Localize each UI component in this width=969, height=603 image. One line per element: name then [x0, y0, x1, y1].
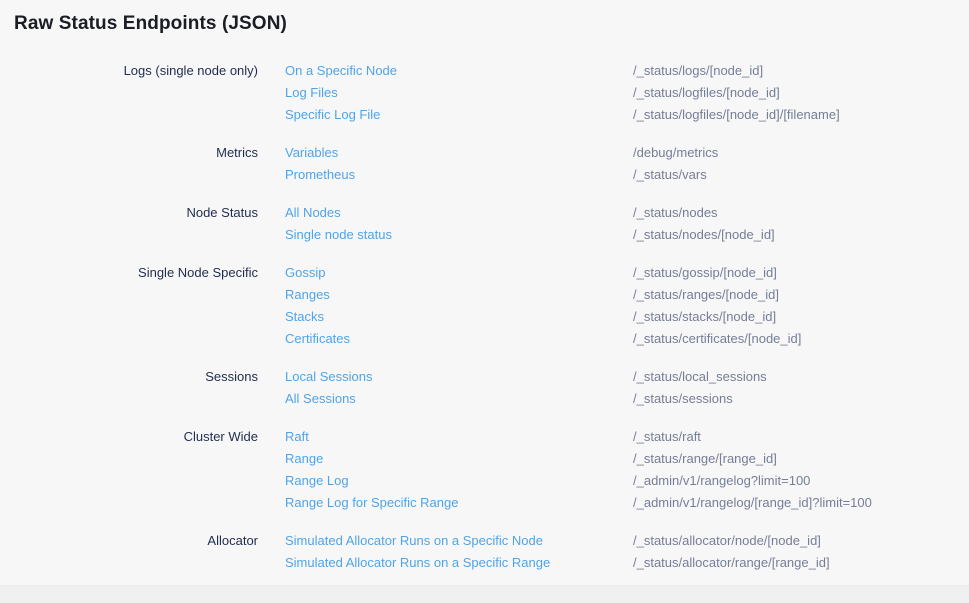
endpoint-path: /debug/metrics	[633, 142, 718, 164]
endpoint-link[interactable]: Log Files	[285, 82, 606, 104]
endpoint-path: /_status/allocator/node/[node_id]	[633, 530, 821, 552]
endpoint-path: /_status/raft	[633, 426, 701, 448]
section-rows: Variables /debug/metrics Prometheus /_st…	[285, 142, 718, 186]
endpoint-section: Sessions Local Sessions /_status/local_s…	[14, 366, 969, 410]
endpoint-link[interactable]: Range Log for Specific Range	[285, 492, 606, 514]
endpoint-link[interactable]: Local Sessions	[285, 366, 606, 388]
debug-endpoints-page: Raw Status Endpoints (JSON) Logs (single…	[0, 0, 969, 574]
endpoint-row: Local Sessions /_status/local_sessions	[285, 366, 767, 388]
section-rows: Gossip /_status/gossip/[node_id] Ranges …	[285, 262, 801, 350]
endpoint-row: Simulated Allocator Runs on a Specific N…	[285, 530, 830, 552]
section-category-label: Logs (single node only)	[14, 60, 258, 126]
endpoint-row: Variables /debug/metrics	[285, 142, 718, 164]
endpoint-path: /_admin/v1/rangelog?limit=100	[633, 470, 810, 492]
endpoint-row: Raft /_status/raft	[285, 426, 872, 448]
section-category-label: Metrics	[14, 142, 258, 186]
section-category-label: Single Node Specific	[14, 262, 258, 350]
endpoint-link[interactable]: Raft	[285, 426, 606, 448]
endpoint-path: /_status/local_sessions	[633, 366, 767, 388]
endpoint-row: Stacks /_status/stacks/[node_id]	[285, 306, 801, 328]
endpoint-row: Ranges /_status/ranges/[node_id]	[285, 284, 801, 306]
section-rows: On a Specific Node /_status/logs/[node_i…	[285, 60, 840, 126]
endpoint-path: /_status/range/[range_id]	[633, 448, 777, 470]
endpoint-path: /_status/allocator/range/[range_id]	[633, 552, 830, 574]
endpoint-row: Gossip /_status/gossip/[node_id]	[285, 262, 801, 284]
section-rows: Simulated Allocator Runs on a Specific N…	[285, 530, 830, 574]
endpoint-row: Simulated Allocator Runs on a Specific R…	[285, 552, 830, 574]
endpoint-link[interactable]: Certificates	[285, 328, 606, 350]
endpoint-link[interactable]: All Sessions	[285, 388, 606, 410]
endpoint-section: Allocator Simulated Allocator Runs on a …	[14, 530, 969, 574]
endpoint-row: Range Log /_admin/v1/rangelog?limit=100	[285, 470, 872, 492]
endpoint-path: /_status/vars	[633, 164, 707, 186]
endpoint-link[interactable]: Stacks	[285, 306, 606, 328]
endpoint-link[interactable]: Variables	[285, 142, 606, 164]
endpoint-link[interactable]: Range Log	[285, 470, 606, 492]
endpoint-link[interactable]: Ranges	[285, 284, 606, 306]
page-title: Raw Status Endpoints (JSON)	[14, 13, 969, 35]
section-rows: Raft /_status/raft Range /_status/range/…	[285, 426, 872, 514]
section-rows: Local Sessions /_status/local_sessions A…	[285, 366, 767, 410]
endpoint-row: Single node status /_status/nodes/[node_…	[285, 224, 775, 246]
endpoint-row: Range /_status/range/[range_id]	[285, 448, 872, 470]
endpoint-section: Metrics Variables /debug/metrics Prometh…	[14, 142, 969, 186]
endpoint-row: Range Log for Specific Range /_admin/v1/…	[285, 492, 872, 514]
endpoint-path: /_status/stacks/[node_id]	[633, 306, 776, 328]
endpoint-section: Cluster Wide Raft /_status/raft Range /_…	[14, 426, 969, 514]
endpoint-path: /_status/ranges/[node_id]	[633, 284, 779, 306]
endpoint-path: /_status/sessions	[633, 388, 733, 410]
endpoint-section: Node Status All Nodes /_status/nodes Sin…	[14, 202, 969, 246]
endpoint-link[interactable]: Simulated Allocator Runs on a Specific R…	[285, 552, 606, 574]
endpoint-row: Certificates /_status/certificates/[node…	[285, 328, 801, 350]
endpoint-link[interactable]: Prometheus	[285, 164, 606, 186]
endpoint-row: On a Specific Node /_status/logs/[node_i…	[285, 60, 840, 82]
endpoint-link[interactable]: Single node status	[285, 224, 606, 246]
endpoint-row: All Sessions /_status/sessions	[285, 388, 767, 410]
endpoint-path: /_admin/v1/rangelog/[range_id]?limit=100	[633, 492, 872, 514]
endpoint-row: Specific Log File /_status/logfiles/[nod…	[285, 104, 840, 126]
endpoint-link[interactable]: Specific Log File	[285, 104, 606, 126]
endpoint-link[interactable]: All Nodes	[285, 202, 606, 224]
endpoint-path: /_status/certificates/[node_id]	[633, 328, 801, 350]
endpoint-section: Single Node Specific Gossip /_status/gos…	[14, 262, 969, 350]
endpoint-link[interactable]: Range	[285, 448, 606, 470]
section-category-label: Node Status	[14, 202, 258, 246]
section-rows: All Nodes /_status/nodes Single node sta…	[285, 202, 775, 246]
endpoint-path: /_status/nodes	[633, 202, 718, 224]
section-category-label: Sessions	[14, 366, 258, 410]
endpoint-link[interactable]: On a Specific Node	[285, 60, 606, 82]
endpoint-row: Log Files /_status/logfiles/[node_id]	[285, 82, 840, 104]
endpoint-row: All Nodes /_status/nodes	[285, 202, 775, 224]
endpoints-table: Logs (single node only) On a Specific No…	[14, 60, 969, 574]
endpoint-path: /_status/nodes/[node_id]	[633, 224, 775, 246]
endpoint-section: Logs (single node only) On a Specific No…	[14, 60, 969, 126]
endpoint-path: /_status/logfiles/[node_id]/[filename]	[633, 104, 840, 126]
section-category-label: Allocator	[14, 530, 258, 574]
endpoint-link[interactable]: Gossip	[285, 262, 606, 284]
endpoint-path: /_status/logs/[node_id]	[633, 60, 763, 82]
footer-strip	[0, 585, 969, 603]
section-category-label: Cluster Wide	[14, 426, 258, 514]
endpoint-link[interactable]: Simulated Allocator Runs on a Specific N…	[285, 530, 606, 552]
endpoint-row: Prometheus /_status/vars	[285, 164, 718, 186]
endpoint-path: /_status/logfiles/[node_id]	[633, 82, 780, 104]
endpoint-path: /_status/gossip/[node_id]	[633, 262, 777, 284]
